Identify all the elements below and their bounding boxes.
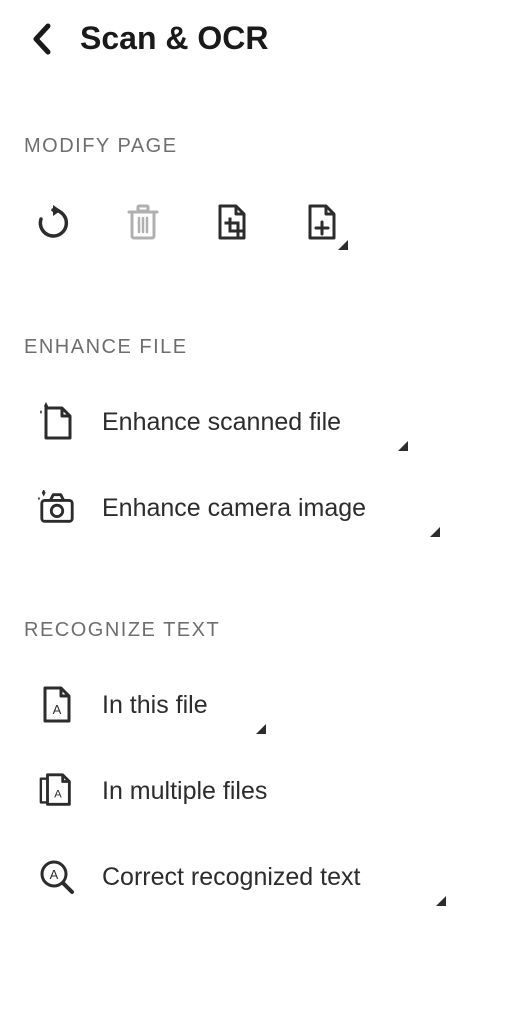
section-label-modify-page: MODIFY PAGE — [24, 135, 507, 158]
enhance-camera-image-button[interactable]: Enhance camera image — [38, 489, 507, 527]
modify-page-toolbar — [24, 202, 507, 244]
flyout-indicator — [436, 896, 446, 906]
page-crop-icon — [214, 203, 252, 243]
enhance-scanned-icon — [38, 403, 76, 441]
recognize-text-list: A In this file A In multiple files A Cor… — [24, 686, 507, 896]
enhance-camera-label: Enhance camera image — [102, 494, 366, 523]
recognize-multiple-label: In multiple files — [102, 777, 267, 806]
magnify-text-icon: A — [38, 858, 76, 896]
delete-button[interactable] — [122, 202, 164, 244]
section-label-recognize-text: RECOGNIZE TEXT — [24, 619, 507, 642]
panel-title: Scan & OCR — [80, 20, 268, 57]
recognize-in-multiple-files-button[interactable]: A In multiple files — [38, 772, 507, 810]
correct-recognized-label: Correct recognized text — [102, 863, 360, 892]
file-text-icon: A — [38, 686, 76, 724]
correct-recognized-text-button[interactable]: A Correct recognized text — [38, 858, 507, 896]
recognize-this-file-label: In this file — [102, 691, 208, 720]
panel-header: Scan & OCR — [24, 20, 507, 57]
flyout-indicator — [398, 441, 408, 451]
enhance-scanned-file-button[interactable]: Enhance scanned file — [38, 403, 507, 441]
svg-text:A: A — [50, 867, 59, 882]
flyout-indicator — [430, 527, 440, 537]
insert-page-button[interactable] — [302, 202, 344, 244]
chevron-left-icon — [30, 22, 52, 56]
enhance-camera-icon — [38, 489, 76, 527]
enhance-scanned-label: Enhance scanned file — [102, 408, 341, 437]
section-label-enhance-file: ENHANCE FILE — [24, 336, 507, 359]
svg-text:A: A — [54, 789, 62, 801]
rotate-button[interactable] — [32, 202, 74, 244]
flyout-indicator — [338, 240, 348, 250]
crop-page-button[interactable] — [212, 202, 254, 244]
back-button[interactable] — [24, 22, 58, 56]
flyout-indicator — [256, 724, 266, 734]
svg-text:A: A — [53, 702, 62, 717]
enhance-file-list: Enhance scanned file Enhance camera imag… — [24, 403, 507, 527]
multiple-files-icon: A — [38, 772, 76, 810]
trash-icon — [125, 203, 161, 243]
page-add-icon — [304, 203, 342, 243]
rotate-icon — [35, 205, 71, 241]
recognize-in-this-file-button[interactable]: A In this file — [38, 686, 507, 724]
